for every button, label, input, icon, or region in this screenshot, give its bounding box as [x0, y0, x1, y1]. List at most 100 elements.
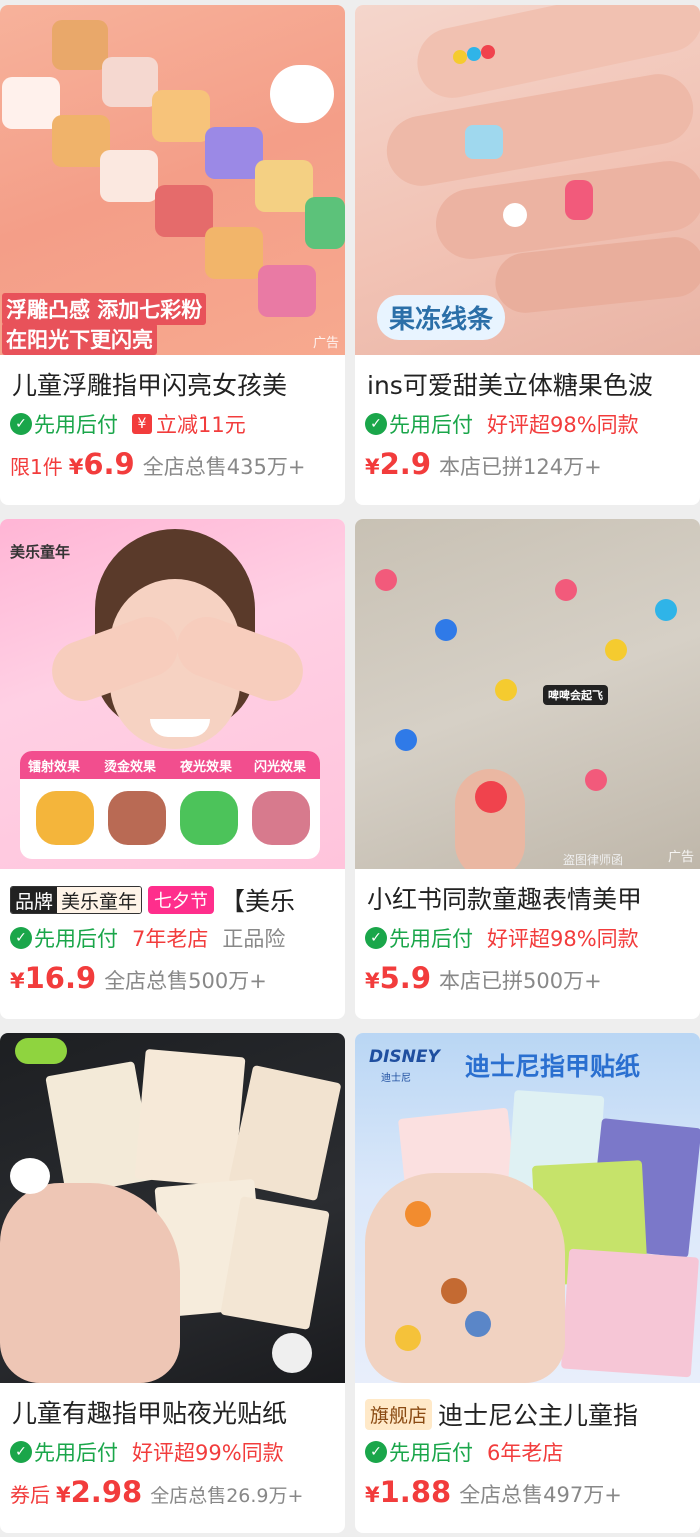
panda-sticker: [270, 65, 334, 123]
yen-coupon-icon: ¥: [132, 414, 152, 434]
pay-later-tag: ✓ 先用后付: [365, 409, 473, 439]
product-card[interactable]: 浮雕凸感 添加七彩粉 在阳光下更闪亮 广告 儿童浮雕指甲闪亮女孩美 ✓ 先用后付 …: [0, 5, 345, 505]
effect-label: 夜光效果: [180, 760, 233, 775]
product-title[interactable]: ins可爱甜美立体糖果色波: [367, 369, 688, 403]
product-image[interactable]: 浮雕凸感 添加七彩粉 在阳光下更闪亮 广告: [0, 5, 345, 355]
price-row: 限1件 ¥ 6.9 全店总售435万+: [10, 447, 333, 483]
product-image[interactable]: 美乐童年 镭射效果 烫金效果 夜光效果 闪光效果: [0, 519, 345, 869]
leaf-check-icon: ✓: [365, 413, 387, 435]
price: 5.9: [379, 961, 431, 995]
price-row: ¥ 2.9 本店已拼124万+: [365, 447, 688, 483]
smiley-sticker: [495, 679, 517, 701]
nail-sample: [36, 791, 94, 845]
store-age-tag: 7年老店: [132, 927, 209, 951]
heart-sticker: [655, 599, 677, 621]
tag-row: ✓ 先用后付 ¥ 立减11元: [10, 409, 333, 439]
product-title[interactable]: 儿童浮雕指甲闪亮女孩美: [12, 369, 333, 403]
nail-art: [465, 125, 503, 159]
insurance-tag: 正品险: [222, 927, 286, 951]
kuromi-sticker: [272, 1333, 312, 1373]
pay-later-tag: ✓ 先用后付: [10, 1437, 118, 1467]
price: 16.9: [24, 961, 97, 995]
currency-symbol: ¥: [365, 455, 380, 479]
image-caption-1: 浮雕凸感 添加七彩粉: [2, 293, 207, 325]
sticker-sheet: [134, 1048, 246, 1188]
product-image[interactable]: 啤啤会起飞 盗图律师函 广告: [355, 519, 700, 869]
hand: [365, 1173, 565, 1383]
sticker: [102, 57, 158, 107]
price: 1.88: [379, 1475, 452, 1509]
tag-row: ✓ 先用后付 好评超98%同款: [365, 409, 688, 439]
heart-sticker: [375, 569, 397, 591]
nail-character: [405, 1201, 431, 1227]
product-title[interactable]: 小红书同款童趣表情美甲: [367, 883, 688, 917]
sales-count: 全店总售497万+: [459, 1483, 622, 1507]
sales-count: 全店总售500万+: [104, 969, 267, 993]
tag-row: ✓ 先用后付 好评超99%同款: [10, 1437, 333, 1467]
sticker: [2, 77, 60, 129]
ad-label: 广告: [667, 850, 694, 865]
image-headline: 迪士尼指甲贴纸: [465, 1052, 641, 1081]
hand: [0, 1183, 180, 1383]
badge-row: 品牌 美乐童年 七夕节 【美乐: [10, 883, 335, 917]
product-image[interactable]: DISNEY 迪士尼 迪士尼指甲贴纸: [355, 1033, 700, 1383]
price: 6.9: [83, 447, 135, 481]
sticker: [100, 150, 158, 202]
heart-sticker: [555, 579, 577, 601]
pay-later-tag: ✓ 先用后付: [10, 409, 118, 439]
product-card[interactable]: 啤啤会起飞 盗图律师函 广告 小红书同款童趣表情美甲 ✓ 先用后付 好评超98%同…: [355, 519, 700, 1019]
sticker: [152, 90, 210, 142]
nail-dot: [481, 45, 495, 59]
nail-dot: [467, 47, 481, 61]
product-card[interactable]: 儿童有趣指甲贴夜光贴纸 ✓ 先用后付 好评超99%同款 券后 ¥ 2.98 全店总…: [0, 1033, 345, 1533]
price-prefix: 限1件: [10, 455, 63, 479]
product-image[interactable]: [0, 1033, 345, 1383]
pay-later-tag: ✓ 先用后付: [365, 923, 473, 953]
product-title[interactable]: 迪士尼公主儿童指: [438, 1396, 638, 1432]
store-age-tag: 6年老店: [487, 1441, 564, 1465]
product-card[interactable]: 果冻线条 ins可爱甜美立体糖果色波 ✓ 先用后付 好评超98%同款 ¥ 2.9 …: [355, 5, 700, 505]
leaf-check-icon: ✓: [365, 927, 387, 949]
clown-nose: [475, 781, 507, 813]
nail-character: [395, 1325, 421, 1351]
rating-tag: 好评超98%同款: [487, 413, 639, 437]
price-row: ¥ 16.9 全店总售500万+: [10, 961, 333, 997]
sticker: [155, 185, 213, 237]
price-row: ¥ 1.88 全店总售497万+: [365, 1475, 688, 1511]
sticker: [258, 265, 316, 317]
product-image[interactable]: 果冻线条: [355, 5, 700, 355]
product-grid: 浮雕凸感 添加七彩粉 在阳光下更闪亮 广告 儿童浮雕指甲闪亮女孩美 ✓ 先用后付 …: [0, 0, 700, 1537]
watermark: 盗图律师函: [563, 853, 624, 867]
nail-sample: [180, 791, 238, 845]
ad-label: 广告: [312, 336, 339, 351]
product-card[interactable]: DISNEY 迪士尼 迪士尼指甲贴纸 旗舰店 迪士尼公主儿童指 ✓ 先用后付 6年…: [355, 1033, 700, 1533]
heart-sticker: [395, 729, 417, 751]
rating-tag: 好评超99%同款: [132, 1441, 284, 1465]
pay-later-tag: ✓ 先用后付: [365, 1437, 473, 1467]
disney-logo-sub: 迪士尼: [381, 1073, 411, 1084]
flower: [503, 203, 527, 227]
discount-tag: ¥ 立减11元: [132, 409, 246, 439]
sales-count: 全店总售435万+: [142, 455, 306, 479]
smile: [150, 719, 210, 737]
nail-character: [465, 1311, 491, 1337]
nail-art: [565, 180, 593, 220]
product-card[interactable]: 美乐童年 镭射效果 烫金效果 夜光效果 闪光效果 品牌 美乐童年 七夕节 【美乐 …: [0, 519, 345, 1019]
brand-badge[interactable]: 品牌 美乐童年: [10, 886, 143, 914]
effect-label: 镭射效果: [28, 760, 81, 775]
product-title[interactable]: 儿童有趣指甲贴夜光贴纸: [12, 1397, 333, 1431]
nail-sample: [252, 791, 310, 845]
price: 2.9: [379, 447, 431, 481]
effect-label: 烫金效果: [104, 760, 157, 775]
leaf-check-icon: ✓: [365, 1441, 387, 1463]
nail-sample: [108, 791, 166, 845]
product-title[interactable]: 【美乐: [220, 882, 295, 918]
disney-logo: DISNEY: [369, 1047, 440, 1067]
sticker: [305, 197, 345, 249]
currency-symbol: ¥: [10, 969, 25, 993]
sales-count: 本店已拼500万+: [439, 969, 602, 993]
effect-label: 闪光效果: [254, 760, 307, 775]
smiley-sticker: [605, 639, 627, 661]
price: 2.98: [70, 1475, 143, 1509]
price-row: 券后 ¥ 2.98 全店总售26.9万+: [10, 1475, 333, 1511]
